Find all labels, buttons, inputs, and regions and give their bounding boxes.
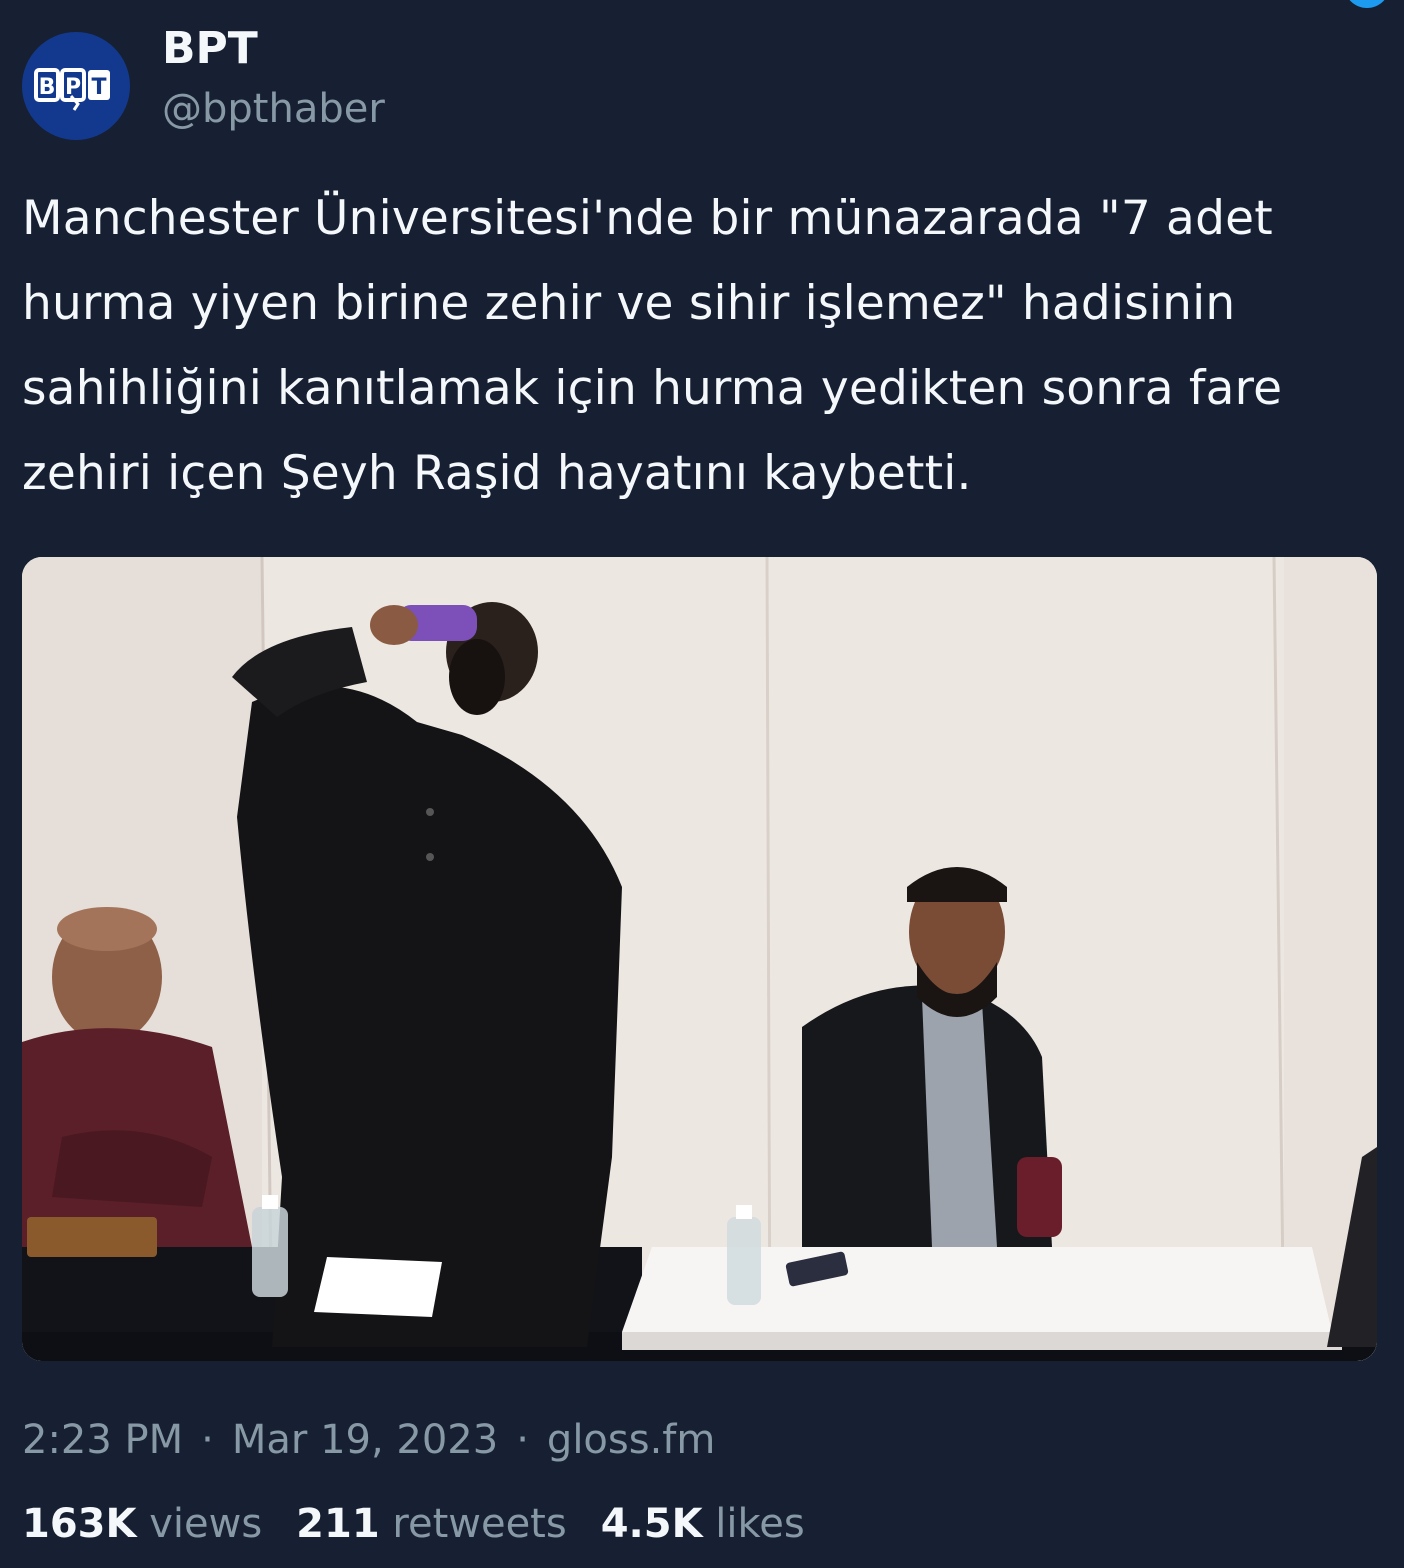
retweets-stat[interactable]: 211 retweets: [296, 1501, 567, 1547]
views-count: 163K: [22, 1501, 137, 1547]
likes-stat[interactable]: 4.5K likes: [601, 1501, 805, 1547]
likes-label: likes: [715, 1501, 805, 1547]
avatar[interactable]: B P T: [22, 32, 130, 140]
views-label: views: [149, 1501, 263, 1547]
user-handle[interactable]: @bpthaber: [162, 84, 385, 134]
tweet-photo[interactable]: [22, 557, 1377, 1361]
meta-separator: ·: [516, 1417, 529, 1463]
bpt-logo-icon: B P T: [34, 68, 110, 111]
tweet-meta: 2:23 PM · Mar 19, 2023 · gloss.fm: [22, 1410, 715, 1470]
tweet-date[interactable]: Mar 19, 2023: [232, 1417, 498, 1463]
likes-count: 4.5K: [600, 1501, 703, 1547]
tweet-time[interactable]: 2:23 PM: [22, 1417, 183, 1463]
svg-text:T: T: [91, 75, 106, 100]
retweets-label: retweets: [392, 1501, 567, 1547]
tweet-card: B P T BPT @bpthaber Manchester Üniversit…: [0, 0, 1404, 1568]
retweets-count: 211: [296, 1501, 380, 1547]
svg-text:B: B: [39, 75, 56, 100]
display-name[interactable]: BPT: [162, 22, 258, 76]
tweet-text: Manchester Üniversitesi'nde bir münazara…: [22, 191, 1298, 501]
views-stat[interactable]: 163K views: [22, 1501, 262, 1547]
tweet-stats: 163K views 211 retweets 4.5K likes: [22, 1494, 839, 1554]
tweet-header: B P T BPT @bpthaber: [22, 22, 1382, 140]
top-corner-indicator: [1344, 0, 1390, 8]
tweet-source-link[interactable]: gloss.fm: [547, 1417, 715, 1463]
meta-separator: ·: [201, 1417, 214, 1463]
photo-image: [22, 557, 1377, 1361]
